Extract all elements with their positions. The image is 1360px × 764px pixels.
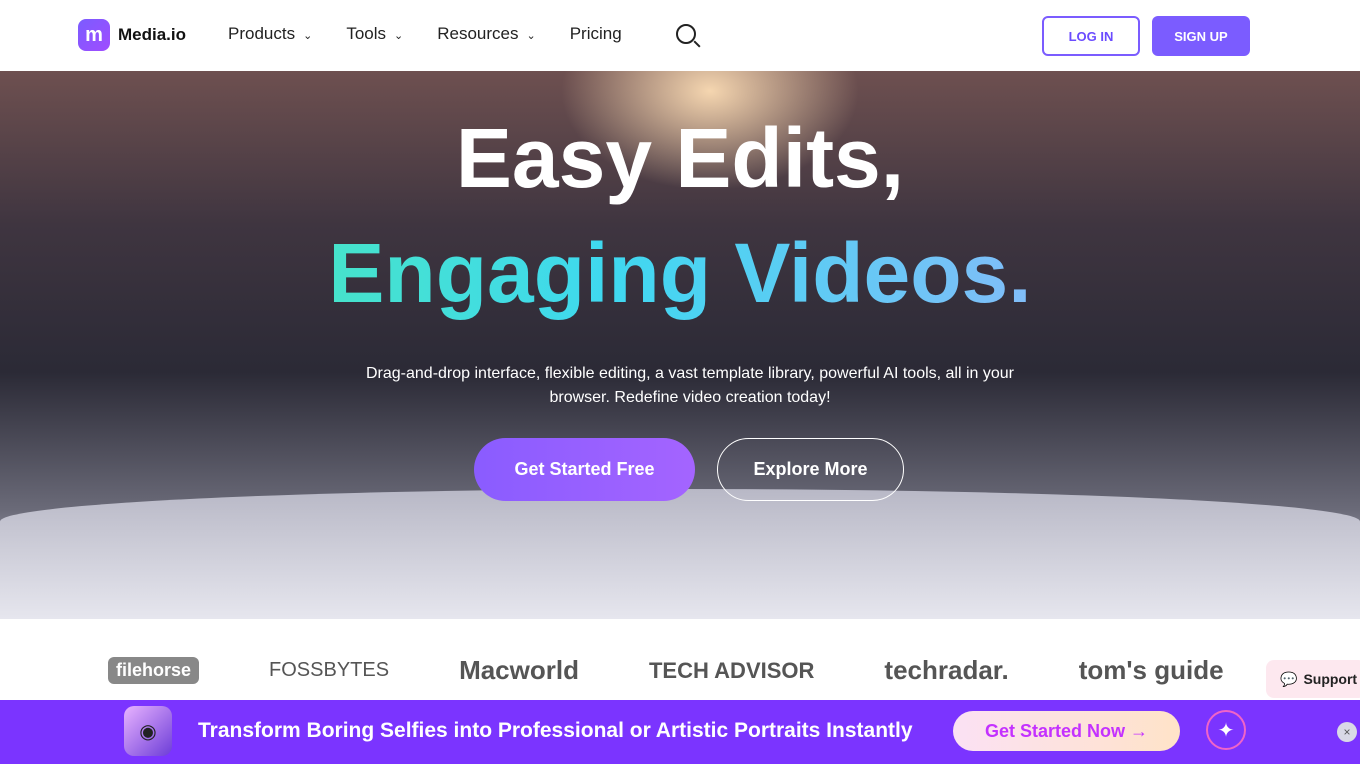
get-started-free-button[interactable]: Get Started Free (474, 438, 695, 501)
logo[interactable]: m Media.io (78, 19, 186, 51)
hero-title-line2: Engaging Videos. (0, 225, 1360, 322)
nav-resources[interactable]: Resources ⌄ (437, 24, 535, 44)
sparkle-icon: ✦ (1206, 710, 1246, 750)
brand-name: Media.io (118, 25, 187, 44)
support-button[interactable]: 💬 Support (1266, 660, 1360, 698)
nav-label: Pricing (569, 24, 622, 43)
top-nav: m Media.io Products ⌄ Tools ⌄ Resources ⌄ P… (0, 0, 1360, 71)
support-label: Support (1303, 671, 1358, 687)
chat-icon: 💬 (1280, 670, 1298, 687)
explore-more-button[interactable]: Explore More (717, 438, 904, 501)
search-icon[interactable] (676, 24, 696, 44)
nav-menu: Products ⌄ Tools ⌄ Resources ⌄ Pricing (228, 24, 622, 44)
hero-subtitle: Drag-and-drop interface, flexible editin… (365, 365, 1015, 406)
get-started-now-button[interactable]: Get Started Now → (953, 711, 1180, 751)
phone-icon: ◉ (124, 706, 172, 756)
logo-icon: m (78, 19, 110, 51)
nav-pricing[interactable]: Pricing (570, 24, 622, 44)
chevron-down-icon: ⌄ (394, 30, 404, 42)
filehorse-logo: filehorse (108, 657, 200, 684)
techradar-logo: techradar. (884, 655, 1009, 685)
nav-label: Products (228, 24, 296, 43)
macworld-logo: Macworld (459, 655, 579, 685)
chevron-down-icon: ⌄ (526, 30, 536, 42)
techadvisor-logo: TECH ADVISOR (648, 657, 815, 683)
chevron-down-icon: ⌄ (303, 30, 313, 42)
hero-title-line1: Easy Edits, (455, 111, 905, 205)
signup-button[interactable]: SIGN UP (1152, 16, 1250, 56)
nav-products[interactable]: Products ⌄ (228, 24, 312, 44)
banner-text: Transform Boring Selfies into Profession… (198, 719, 913, 742)
nav-tools[interactable]: Tools ⌄ (346, 24, 403, 44)
nav-label: Resources (437, 24, 519, 43)
login-button[interactable]: LOG IN (1042, 16, 1140, 56)
nav-label: Tools (346, 24, 386, 43)
fossbytes-logo: FOSSBYTES (269, 659, 390, 681)
press-logos: filehorse FOSSBYTES Macworld TECH ADVISO… (108, 655, 1224, 686)
tomsguide-logo: tom's guide (1078, 655, 1224, 685)
snow-slope (0, 489, 1360, 619)
close-icon[interactable]: × (1337, 722, 1357, 742)
